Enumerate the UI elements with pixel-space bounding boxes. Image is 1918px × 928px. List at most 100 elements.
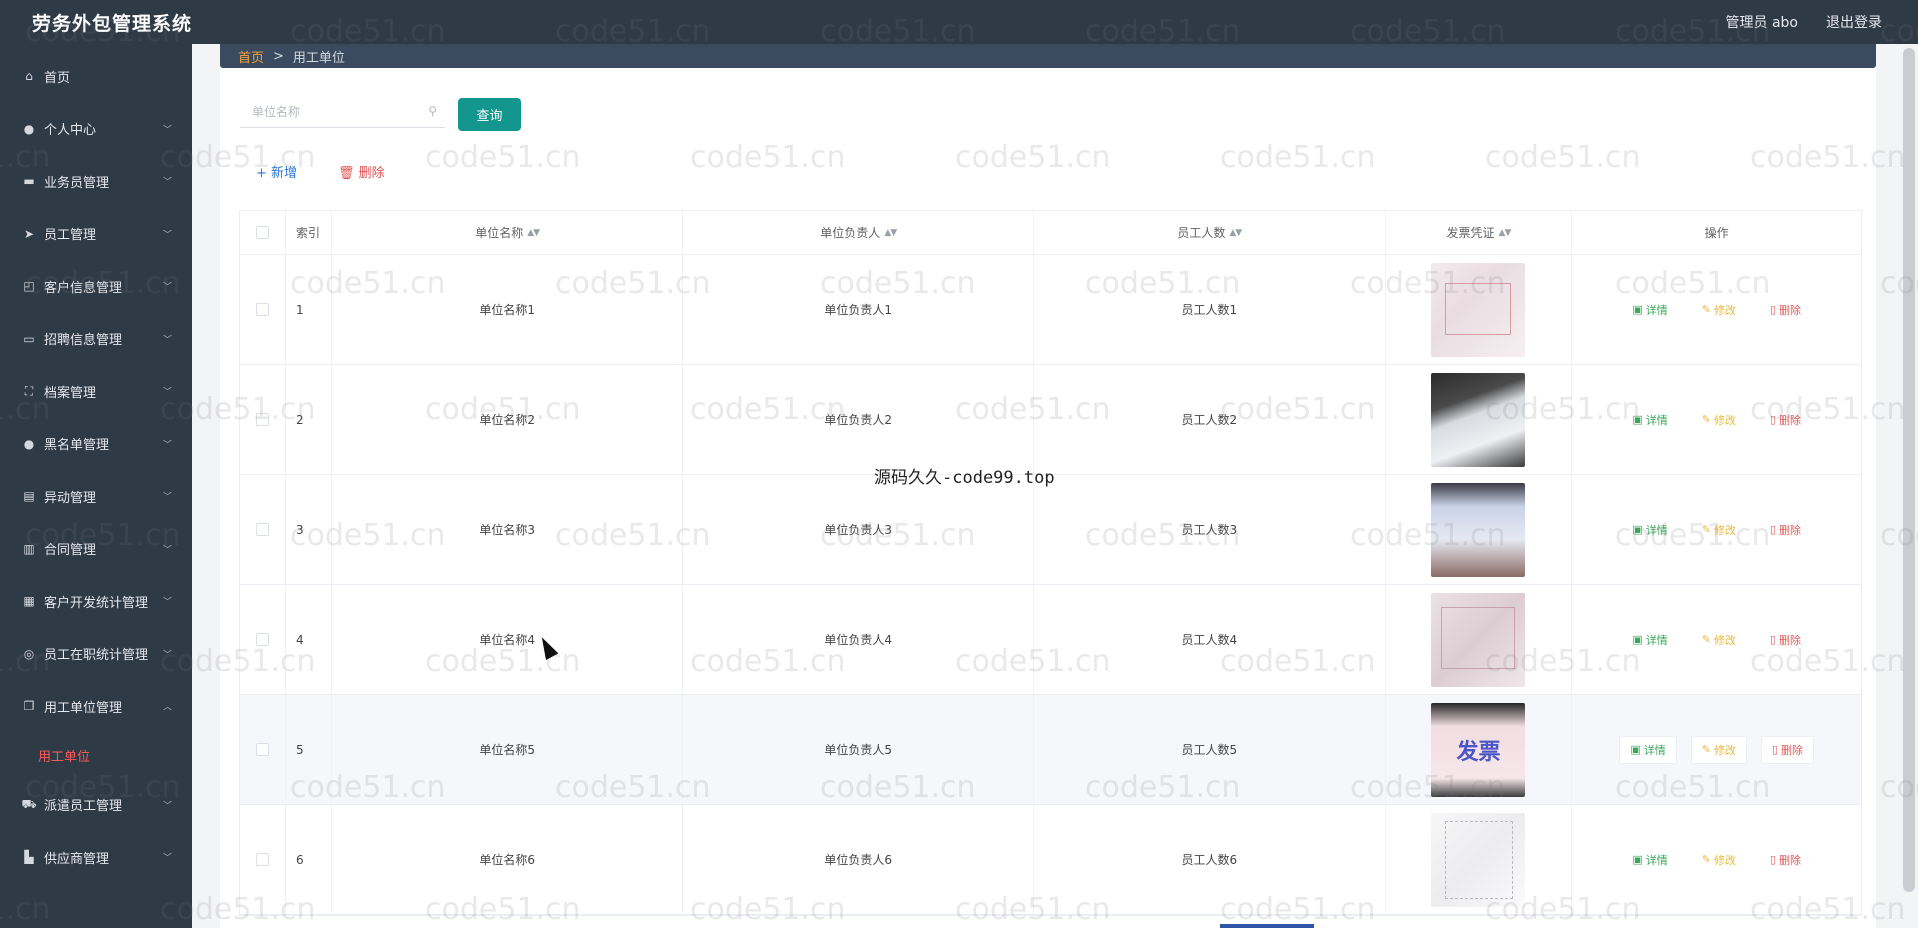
- sidebar-item-personal[interactable]: ● 个人中心 ﹀: [0, 103, 192, 156]
- cell-name: 单位名称1: [332, 255, 684, 364]
- invoice-thumbnail[interactable]: [1431, 482, 1526, 577]
- detail-button[interactable]: ▣ 详情: [1622, 297, 1677, 323]
- edit-button[interactable]: ✎ 修改: [1690, 735, 1747, 764]
- invoice-thumbnail[interactable]: [1431, 812, 1526, 907]
- sidebar-subitem-employer[interactable]: 用工单位: [0, 733, 192, 779]
- row-checkbox[interactable]: [255, 523, 269, 536]
- sidebar-item-label: 业务员管理: [44, 175, 110, 191]
- sidebar-item-label: 用工单位管理: [44, 700, 123, 716]
- delete-button[interactable]: ▯ 删除: [1760, 517, 1811, 543]
- batch-delete-button[interactable]: 🗑 删除: [338, 162, 385, 181]
- search-placeholder: 单位名称: [252, 105, 301, 119]
- fullscreen-icon: ⛶: [24, 383, 34, 398]
- breadcrumb-home[interactable]: 首页: [238, 47, 264, 66]
- detail-button[interactable]: ▣ 详情: [1619, 735, 1677, 764]
- sidebar-item-label: 首页: [44, 70, 71, 86]
- data-icon: ▥: [23, 541, 35, 556]
- sidebar-item-label: 客户开发统计管理: [44, 595, 149, 611]
- sidebar: ⌂ 首页 ● 个人中心 ﹀ ▬ 业务员管理 ﹀ ➤ 员工管理 ﹀ ◰ 客户信息管理 ﹀ ▭ 招聘信息…: [0, 44, 192, 928]
- cell-count: 员工人数5: [1034, 695, 1386, 804]
- current-user-label: 管理员 abo: [1725, 15, 1798, 31]
- invoice-thumbnail[interactable]: 发票: [1431, 702, 1526, 797]
- edit-button[interactable]: ✎ 修改: [1692, 297, 1746, 323]
- logout-link[interactable]: 退出登录: [1826, 12, 1882, 32]
- row-checkbox[interactable]: [255, 853, 269, 866]
- sidebar-item-archive[interactable]: ⛶ 档案管理 ﹀: [0, 365, 192, 418]
- invoice-thumbnail[interactable]: [1431, 372, 1526, 467]
- row-checkbox[interactable]: [255, 743, 269, 756]
- sidebar-item-supplier[interactable]: ▙ 供应商管理 ﹀: [0, 831, 192, 884]
- sidebar-item-employer[interactable]: ❐ 用工单位管理 ︿: [0, 680, 192, 733]
- chevron-up-icon: ︿: [162, 702, 172, 713]
- cell-manager: 单位负责人5: [683, 695, 1035, 804]
- invoice-thumbnail[interactable]: [1431, 592, 1526, 687]
- chevron-down-icon: ﹀: [162, 545, 172, 556]
- row-checkbox[interactable]: [255, 413, 269, 426]
- cell-manager: 单位负责人3: [683, 475, 1035, 584]
- chevron-down-icon: ﹀: [162, 597, 172, 608]
- sidebar-item-blacklist[interactable]: ● 黑名单管理 ﹀: [0, 418, 192, 471]
- sidebar-item-salesman[interactable]: ▬ 业务员管理 ﹀: [0, 155, 192, 208]
- column-header-index: 索引: [286, 211, 332, 254]
- edit-button[interactable]: ✎ 修改: [1692, 407, 1746, 433]
- header-actions: 管理员 abo 退出登录: [1726, 12, 1882, 32]
- cell-name: 单位名称6: [332, 805, 684, 914]
- sidebar-item-employee[interactable]: ➤ 员工管理 ﹀: [0, 208, 192, 261]
- chevron-down-icon: ﹀: [162, 230, 172, 241]
- sidebar-item-label: 黑名单管理: [44, 438, 110, 454]
- document-icon: ▣: [1632, 523, 1643, 536]
- sidebar-item-dispatch[interactable]: ⛟ 派遣员工管理 ﹀: [0, 779, 192, 832]
- edit-button[interactable]: ✎ 修改: [1692, 627, 1746, 653]
- detail-button[interactable]: ▣ 详情: [1622, 517, 1677, 543]
- shop-icon: ▙: [24, 850, 34, 865]
- trash-icon: ▯: [1769, 523, 1776, 536]
- column-header-invoice[interactable]: 发票凭证 ▲▼: [1386, 211, 1573, 254]
- delete-button[interactable]: ▯ 删除: [1760, 847, 1811, 873]
- chevron-down-icon: ﹀: [162, 801, 172, 812]
- detail-button[interactable]: ▣ 详情: [1622, 407, 1677, 433]
- column-header-count[interactable]: 员工人数 ▲▼: [1034, 211, 1386, 254]
- crop-icon: ◰: [23, 279, 35, 294]
- sort-icon[interactable]: ▲▼: [884, 228, 897, 238]
- delete-button[interactable]: ▯ 删除: [1760, 407, 1811, 433]
- cell-count: 员工人数4: [1034, 585, 1386, 694]
- search-input[interactable]: 单位名称 ⚲: [240, 96, 445, 128]
- sidebar-item-onjob-stats[interactable]: ◎ 员工在职统计管理 ﹀: [0, 628, 192, 681]
- cell-index: 3: [286, 475, 332, 584]
- user-solid-icon: ●: [23, 436, 35, 451]
- delete-button[interactable]: ▯ 删除: [1760, 627, 1811, 653]
- sort-icon[interactable]: ▲▼: [1229, 228, 1242, 238]
- sidebar-item-contract[interactable]: ▥ 合同管理 ﹀: [0, 523, 192, 576]
- query-button[interactable]: 查询: [458, 98, 521, 131]
- sort-icon[interactable]: ▲▼: [527, 228, 540, 238]
- column-header-manager[interactable]: 单位负责人 ▲▼: [683, 211, 1035, 254]
- invoice-thumbnail[interactable]: [1431, 262, 1526, 357]
- cell-name: 单位名称4: [332, 585, 684, 694]
- edit-button[interactable]: ✎ 修改: [1692, 847, 1746, 873]
- cell-count: 员工人数6: [1034, 805, 1386, 914]
- chevron-down-icon: ﹀: [162, 335, 172, 346]
- row-checkbox[interactable]: [255, 303, 269, 316]
- sidebar-item-change[interactable]: ▤ 异动管理 ﹀: [0, 470, 192, 523]
- sidebar-item-home[interactable]: ⌂ 首页: [0, 50, 192, 103]
- sidebar-item-dev-stats[interactable]: ▦ 客户开发统计管理 ﹀: [0, 575, 192, 628]
- scrollbar-thumb[interactable]: [1903, 48, 1915, 892]
- employer-table: 索引 单位名称 ▲▼ 单位负责人 ▲▼ 员工人数 ▲▼ 发票凭证 ▲▼ 操作 1 单位名…: [239, 210, 1862, 916]
- page-scrollbar[interactable]: [1900, 44, 1918, 928]
- delete-button[interactable]: ▯ 删除: [1760, 297, 1811, 323]
- edit-button[interactable]: ✎ 修改: [1692, 517, 1746, 543]
- add-button[interactable]: + 新增: [256, 162, 297, 181]
- detail-button[interactable]: ▣ 详情: [1622, 627, 1677, 653]
- cell-manager: 单位负责人6: [683, 805, 1035, 914]
- message-icon: ▭: [23, 331, 35, 346]
- sidebar-item-customer[interactable]: ◰ 客户信息管理 ﹀: [0, 260, 192, 313]
- column-header-name[interactable]: 单位名称 ▲▼: [332, 211, 684, 254]
- sidebar-item-recruit[interactable]: ▭ 招聘信息管理 ﹀: [0, 313, 192, 366]
- select-all-checkbox[interactable]: [255, 226, 269, 239]
- table-row: 1 单位名称1 单位负责人1 员工人数1 ▣ 详情 ✎ 修改 ▯ 删除: [240, 255, 1861, 365]
- detail-button[interactable]: ▣ 详情: [1622, 847, 1677, 873]
- sort-icon[interactable]: ▲▼: [1499, 228, 1512, 238]
- cell-name: 单位名称2: [332, 365, 684, 474]
- row-checkbox[interactable]: [255, 633, 269, 646]
- delete-button[interactable]: ▯ 删除: [1760, 735, 1814, 764]
